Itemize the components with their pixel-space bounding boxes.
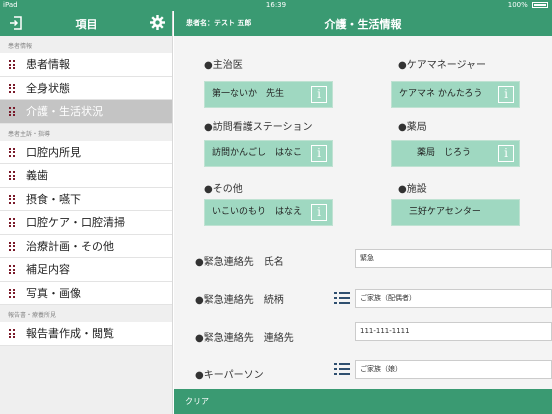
sidebar-section-label: 報告書・療養所見 [8, 312, 57, 319]
sidebar-item-label: 補足内容 [26, 263, 70, 276]
card-facility[interactable]: 三好ケアセンター [391, 199, 520, 226]
card-other-value: いこいのもり はなえ [212, 207, 303, 217]
sidebar-item[interactable]: 口腔内所見 [0, 140, 172, 164]
sidebar-item[interactable]: 治療計画・その他 [0, 234, 172, 258]
info-icon[interactable]: i [498, 145, 514, 162]
footer-bar: クリア [174, 389, 552, 414]
main-panel: 患者名：テスト 五郎 介護・生活情報 ●主治医 第一ないか 先生 i ●ケアマネ… [174, 11, 552, 414]
grip-icon [9, 241, 16, 251]
info-icon[interactable]: i [498, 86, 514, 103]
list-icon[interactable] [334, 363, 350, 376]
card-care-manager[interactable]: ケアマネ かんたろう i [391, 81, 520, 108]
grip-icon [9, 171, 16, 180]
grip-icon [9, 83, 16, 93]
sidebar-item[interactable]: 患者情報 [0, 53, 172, 77]
label-key-person: ●キーパーソン [195, 370, 264, 381]
label-pharmacy: ●薬局 [398, 122, 427, 133]
grip-icon [9, 194, 16, 204]
sidebar-item-label: 義歯 [26, 169, 48, 182]
sidebar-item[interactable]: 義歯 [0, 164, 172, 188]
label-care-manager: ●ケアマネージャー [398, 60, 487, 71]
grip-icon [9, 288, 16, 298]
card-other[interactable]: いこいのもり はなえ i [204, 199, 333, 226]
sidebar-item-label: 口腔ケア・口腔清掃 [26, 216, 125, 229]
card-pharmacy[interactable]: 薬局 じろう i [391, 140, 520, 167]
main-header: 患者名：テスト 五郎 介護・生活情報 [174, 11, 552, 36]
card-pharmacy-value: 薬局 じろう [417, 148, 472, 158]
card-doctor[interactable]: 第一ないか 先生 i [204, 81, 333, 108]
sidebar-title: 項目 [75, 18, 98, 31]
battery-percent: 100% [507, 1, 528, 9]
sidebar-item-label: 患者情報 [26, 58, 70, 71]
sidebar-item-label: 写真・画像 [26, 286, 81, 300]
grip-icon [9, 107, 16, 116]
card-care-manager-value: ケアマネ かんたろう [399, 89, 483, 99]
label-emergency-relation: ●緊急連絡先 続柄 [195, 295, 284, 306]
emergency-relation-field[interactable]: ご家族（配偶者） [355, 289, 552, 308]
page-title: 介護・生活情報 [324, 18, 402, 31]
grip-icon [9, 147, 16, 157]
sidebar-section-label: 患者主訴・指導 [8, 130, 51, 138]
key-person-field[interactable]: ご家族（娘） [355, 360, 552, 379]
clear-button[interactable]: クリア [185, 397, 209, 406]
info-icon[interactable]: i [311, 204, 327, 221]
emergency-name-field[interactable]: 緊急 [355, 249, 552, 268]
status-device: iPad [3, 1, 18, 9]
card-nursing-station-value: 訪問かんごし はなこ [212, 148, 303, 158]
status-bar: 16:39 iPad 100% [0, 0, 552, 11]
label-other: ●その他 [204, 184, 243, 195]
sidebar-section-label: 患者情報 [8, 43, 33, 50]
sidebar-header: 項目 [0, 11, 172, 36]
sidebar-item[interactable]: 口腔ケア・口腔清掃 [0, 211, 172, 235]
label-emergency-name: ●緊急連絡先 氏名 [195, 257, 284, 268]
emergency-phone-field[interactable]: 111-111-1111 [355, 322, 552, 341]
sidebar-item-label: 摂食・嚥下 [26, 192, 81, 206]
sidebar-item-label: 口腔内所見 [26, 145, 81, 159]
battery-icon [532, 2, 548, 8]
label-nursing-station: ●訪問看護ステーション [204, 122, 313, 133]
sidebar: 項目 患者情報 患者情報 全身状態 介護・生活状況 患者主訴・指導 口腔内所見 義歯 摂食・嚥… [0, 11, 173, 414]
grip-icon [9, 265, 16, 274]
grip-icon [9, 60, 16, 69]
label-doctor: ●主治医 [204, 60, 243, 71]
sidebar-item[interactable]: 報告書作成・閲覧 [0, 322, 172, 346]
card-facility-value: 三好ケアセンター [409, 207, 481, 217]
card-doctor-value: 第一ないか 先生 [212, 89, 285, 99]
sidebar-item[interactable]: 補足内容 [0, 258, 172, 282]
info-icon[interactable]: i [311, 86, 327, 103]
grip-icon [9, 218, 16, 227]
card-nursing-station[interactable]: 訪問かんごし はなこ i [204, 140, 333, 167]
sidebar-item[interactable]: 介護・生活状況 [0, 100, 172, 124]
info-icon[interactable]: i [311, 145, 327, 162]
label-facility: ●施設 [398, 184, 427, 195]
sidebar-item-label: 治療計画・その他 [26, 239, 114, 253]
grip-icon [9, 329, 16, 338]
sidebar-item[interactable]: 摂食・嚥下 [0, 187, 172, 211]
sidebar-item-label: 全身状態 [26, 81, 70, 95]
sidebar-item-label: 介護・生活状況 [26, 105, 103, 118]
label-emergency-phone: ●緊急連絡先 連絡先 [195, 333, 294, 344]
sidebar-item[interactable]: 全身状態 [0, 76, 172, 100]
gear-icon[interactable] [150, 15, 165, 30]
status-time: 16:39 [265, 1, 287, 9]
status-battery: 100% [508, 0, 548, 11]
sidebar-menu: 患者情報 患者情報 全身状態 介護・生活状況 患者主訴・指導 口腔内所見 義歯 摂食・嚥下 口腔… [0, 36, 172, 346]
list-icon[interactable] [334, 292, 350, 305]
sidebar-item[interactable]: 写真・画像 [0, 281, 172, 305]
sidebar-item-label: 報告書作成・閲覧 [26, 327, 114, 340]
